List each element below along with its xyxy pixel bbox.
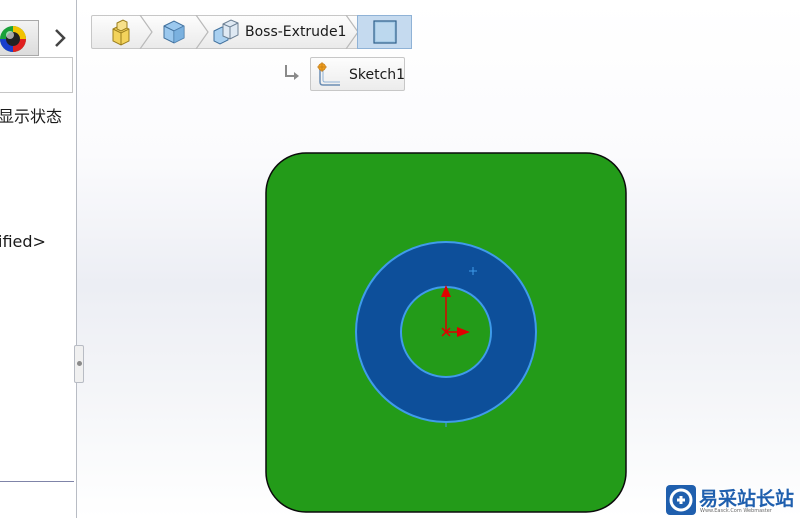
- part-icon: [112, 19, 130, 46]
- display-states-label[interactable]: 显示状态: [0, 103, 62, 127]
- appearance-ball-icon: [0, 26, 26, 52]
- watermark: 易采站长站 Www.Easck.Com Webmaster: [666, 485, 800, 518]
- face-icon: [373, 20, 397, 44]
- feature-manager-panel: 显示状态 ified>: [0, 0, 77, 518]
- breadcrumb-item-body[interactable]: [153, 15, 195, 49]
- breadcrumb-item-part[interactable]: [97, 15, 139, 49]
- watermark-subtext: Www.Easck.Com Webmaster: [700, 508, 772, 514]
- boss-extrude-icon: [213, 19, 239, 45]
- breadcrumb-item-boss-extrude[interactable]: Boss-Extrude1: [209, 15, 347, 49]
- panel-toolbar: [0, 18, 76, 58]
- watermark-text: 易采站长站: [699, 488, 795, 510]
- appearance-tab[interactable]: [0, 20, 39, 56]
- sketch-icon: [317, 62, 340, 86]
- panel-resize-handle[interactable]: [74, 345, 84, 383]
- chevron-right-icon[interactable]: [48, 22, 72, 54]
- panel-input-field[interactable]: [0, 57, 73, 93]
- breadcrumb-item-sketch[interactable]: Sketch1: [310, 57, 405, 91]
- part-model-view[interactable]: [265, 152, 628, 513]
- breadcrumb-item-face[interactable]: [357, 15, 412, 49]
- sub-level-arrow-icon: [285, 65, 299, 80]
- unspecified-label[interactable]: ified>: [0, 232, 46, 251]
- sketch-label: Sketch1: [349, 67, 406, 83]
- body-icon: [163, 20, 185, 44]
- boss-extrude-label: Boss-Extrude1: [245, 24, 347, 40]
- breadcrumb: Boss-Extrude1: [91, 15, 412, 49]
- watermark-logo-icon: [666, 485, 696, 515]
- panel-divider: [0, 481, 74, 482]
